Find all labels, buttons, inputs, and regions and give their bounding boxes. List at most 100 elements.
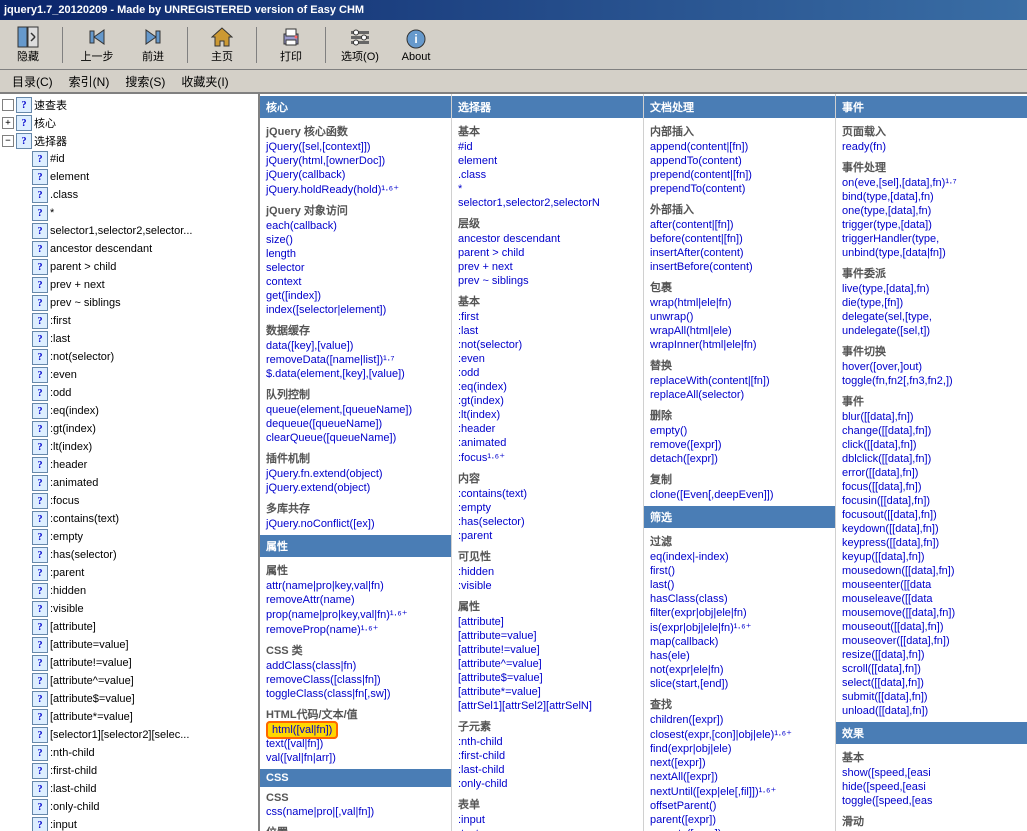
tree-item[interactable]: ?:has(selector)	[2, 546, 256, 564]
col-link-item[interactable]: hide([speed,[easi	[836, 780, 1027, 794]
tab-index[interactable]: 索引(N)	[61, 71, 118, 92]
col-link-item[interactable]: *	[452, 182, 643, 196]
col-link-item[interactable]: attr(name|pro|key,val|fn)	[260, 579, 451, 593]
col-link-item[interactable]: slice(start,[end])	[644, 677, 835, 691]
col-link-item[interactable]: :eq(index)	[452, 380, 643, 394]
col-link-item[interactable]: $.data(element,[key],[value])	[260, 367, 451, 381]
col-link-item[interactable]: wrap(html|ele|fn)	[644, 296, 835, 310]
tree-item[interactable]: ?:input	[2, 816, 256, 831]
col-link-item[interactable]: error([[data],fn])	[836, 466, 1027, 480]
col-link-item[interactable]: filter(expr|obj|ele|fn)	[644, 606, 835, 620]
col-link-item[interactable]: jQuery([sel,[context]])	[260, 140, 451, 154]
tree-item[interactable]: ?:last-child	[2, 780, 256, 798]
col-link-item[interactable]: last()	[644, 578, 835, 592]
col-link-item[interactable]: toggle(fn,fn2[,fn3,fn2,])	[836, 374, 1027, 388]
col-link-item[interactable]: unload([[data],fn])	[836, 704, 1027, 718]
col-link-item[interactable]: selector	[260, 261, 451, 275]
col-link-item[interactable]: on(eve,[sel],[data],fn)¹·⁷	[836, 176, 1027, 190]
tree-item[interactable]: ?:lt(index)	[2, 438, 256, 456]
col-link-item[interactable]: live(type,[data],fn)	[836, 282, 1027, 296]
col-link-item[interactable]: :has(selector)	[452, 515, 643, 529]
col-link-item[interactable]: jQuery.extend(object)	[260, 481, 451, 495]
tree-item[interactable]: ?[attribute!=value]	[2, 654, 256, 672]
col-link-item[interactable]: :empty	[452, 501, 643, 515]
tree-item[interactable]: ?:visible	[2, 600, 256, 618]
col-link-item[interactable]: .class	[452, 168, 643, 182]
tree-item[interactable]: ?[selector1][selector2][selec...	[2, 726, 256, 744]
col-link-item[interactable]: offsetParent()	[644, 799, 835, 813]
tree-item[interactable]: ?:header	[2, 456, 256, 474]
col-link-item[interactable]: not(expr|ele|fn)	[644, 663, 835, 677]
tree-item[interactable]: ?:nth-child	[2, 744, 256, 762]
col-link-item[interactable]: scroll([[data],fn])	[836, 662, 1027, 676]
col-link-item[interactable]: :not(selector)	[452, 338, 643, 352]
tree-item[interactable]: ?:only-child	[2, 798, 256, 816]
col-link-item[interactable]: :parent	[452, 529, 643, 543]
tab-contents[interactable]: 目录(C)	[4, 71, 61, 92]
col-link-item[interactable]: prev ~ siblings	[452, 274, 643, 288]
col-link-item[interactable]: wrapAll(html|ele)	[644, 324, 835, 338]
print-button[interactable]: 打印	[267, 23, 315, 67]
col-link-item[interactable]: unbind(type,[data|fn])	[836, 246, 1027, 260]
col-link-item[interactable]: jQuery(callback)	[260, 168, 451, 182]
col-link-item[interactable]: children([expr])	[644, 713, 835, 727]
col-link-item[interactable]: append(content|[fn])	[644, 140, 835, 154]
tree-item[interactable]: ?:odd	[2, 384, 256, 402]
col-link-item[interactable]: [attribute^=value]	[452, 657, 643, 671]
tab-search[interactable]: 搜索(S)	[117, 71, 173, 92]
col-link-item[interactable]: addClass(class|fn)	[260, 659, 451, 673]
tree-item[interactable]: ?[attribute$=value]	[2, 690, 256, 708]
col-link-item[interactable]: clearQueue([queueName])	[260, 431, 451, 445]
tree-item[interactable]: ?:eq(index)	[2, 402, 256, 420]
col-link-item[interactable]: :even	[452, 352, 643, 366]
col-link-item[interactable]: blur([[data],fn])	[836, 410, 1027, 424]
col-link-item[interactable]: keyup([[data],fn])	[836, 550, 1027, 564]
col-link-item[interactable]: :header	[452, 422, 643, 436]
col-link-item[interactable]: undelegate([sel,t])	[836, 324, 1027, 338]
col-link-item[interactable]: first()	[644, 564, 835, 578]
col-link-item[interactable]: empty()	[644, 424, 835, 438]
col-link-item[interactable]: mousedown([[data],fn])	[836, 564, 1027, 578]
col-link-item[interactable]: removeProp(name)¹·⁶⁺	[260, 622, 451, 637]
col-link-item[interactable]: next([expr])	[644, 756, 835, 770]
col-link-item[interactable]: :focus¹·⁶⁺	[452, 450, 643, 465]
col-link-item[interactable]: queue(element,[queueName])	[260, 403, 451, 417]
col-link-item[interactable]: one(type,[data],fn)	[836, 204, 1027, 218]
col-link-item[interactable]: element	[452, 154, 643, 168]
col-link-item[interactable]: size()	[260, 233, 451, 247]
col-link-item[interactable]: detach([expr])	[644, 452, 835, 466]
tab-favorites[interactable]: 收藏夹(I)	[173, 71, 236, 92]
col-link-item[interactable]: [attribute*=value]	[452, 685, 643, 699]
tree-item[interactable]: ?:last	[2, 330, 256, 348]
col-link-item[interactable]: submit([[data],fn])	[836, 690, 1027, 704]
col-link-item[interactable]: mousemove([[data],fn])	[836, 606, 1027, 620]
col-link-item[interactable]: focusout([[data],fn])	[836, 508, 1027, 522]
tree-item[interactable]: ?:animated	[2, 474, 256, 492]
col-link-item[interactable]: replaceWith(content|[fn])	[644, 374, 835, 388]
col-link-item[interactable]: [attribute]	[452, 615, 643, 629]
col-link-item[interactable]: show([speed,[easi	[836, 766, 1027, 780]
col-link-item[interactable]: removeAttr(name)	[260, 593, 451, 607]
col-link-item[interactable]: [attrSel1][attrSel2][attrSelN]	[452, 699, 643, 713]
col-link-item[interactable]: parent([expr])	[644, 813, 835, 827]
col-link-item[interactable]: nextAll([expr])	[644, 770, 835, 784]
col-link-item[interactable]: length	[260, 247, 451, 261]
col-link-item[interactable]: jQuery.fn.extend(object)	[260, 467, 451, 481]
tree-item[interactable]: ?速查表	[2, 96, 256, 114]
tree-item[interactable]: ?prev ~ siblings	[2, 294, 256, 312]
col-link-item[interactable]: :gt(index)	[452, 394, 643, 408]
col-link-item[interactable]: keypress([[data],fn])	[836, 536, 1027, 550]
tree-item[interactable]: ?:first	[2, 312, 256, 330]
col-link-item[interactable]: trigger(type,[data])	[836, 218, 1027, 232]
col-link-item[interactable]: :visible	[452, 579, 643, 593]
col-link-item[interactable]: focusin([[data],fn])	[836, 494, 1027, 508]
tree-item[interactable]: ?[attribute]	[2, 618, 256, 636]
col-link-item[interactable]: selector1,selector2,selectorN	[452, 196, 643, 210]
col-link-item[interactable]: mouseleave([[data	[836, 592, 1027, 606]
col-link-item[interactable]: dequeue([queueName])	[260, 417, 451, 431]
col-link-item[interactable]: ancestor descendant	[452, 232, 643, 246]
tree-item[interactable]: ?:parent	[2, 564, 256, 582]
col-link-item[interactable]: insertAfter(content)	[644, 246, 835, 260]
col-link-item[interactable]: html([val|fn])	[260, 723, 451, 737]
col-link-item[interactable]: die(type,[fn])	[836, 296, 1027, 310]
